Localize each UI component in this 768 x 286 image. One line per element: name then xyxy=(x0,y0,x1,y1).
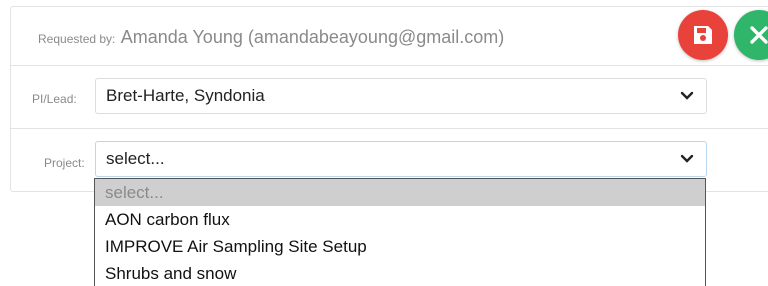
save-button[interactable] xyxy=(678,10,728,60)
request-form-page: Requested by: Amanda Young (amandabeayou… xyxy=(0,0,768,286)
project-select[interactable]: select... xyxy=(95,141,707,177)
project-selected-value: select... xyxy=(106,149,165,168)
project-option-placeholder[interactable]: select... xyxy=(95,179,705,206)
pi-lead-selected-value: Bret-Harte, Syndonia xyxy=(106,86,265,105)
chevron-down-icon xyxy=(680,154,694,163)
request-form-card: Requested by: Amanda Young (amandabeayou… xyxy=(10,6,768,192)
pi-lead-select[interactable]: Bret-Harte, Syndonia xyxy=(95,78,707,114)
pi-lead-row: PI/Lead: Bret-Harte, Syndonia xyxy=(11,66,768,129)
project-label: Project: xyxy=(44,156,85,170)
project-dropdown-list: select... AON carbon flux IMPROVE Air Sa… xyxy=(94,178,706,286)
project-option[interactable]: AON carbon flux xyxy=(95,206,705,233)
floppy-disk-icon xyxy=(694,26,712,44)
requested-by-label: Requested by: Amanda Young (amandabeayou… xyxy=(38,27,505,47)
project-option[interactable]: IMPROVE Air Sampling Site Setup xyxy=(95,233,705,260)
chevron-down-icon xyxy=(680,91,694,100)
requested-by-row: Requested by: Amanda Young (amandabeayou… xyxy=(11,7,768,66)
close-icon xyxy=(750,26,768,44)
project-option[interactable]: Shrubs and snow xyxy=(95,260,705,286)
requested-by-value: Amanda Young (amandabeayoung@gmail.com) xyxy=(120,27,505,47)
pi-lead-label: PI/Lead: xyxy=(32,92,77,106)
